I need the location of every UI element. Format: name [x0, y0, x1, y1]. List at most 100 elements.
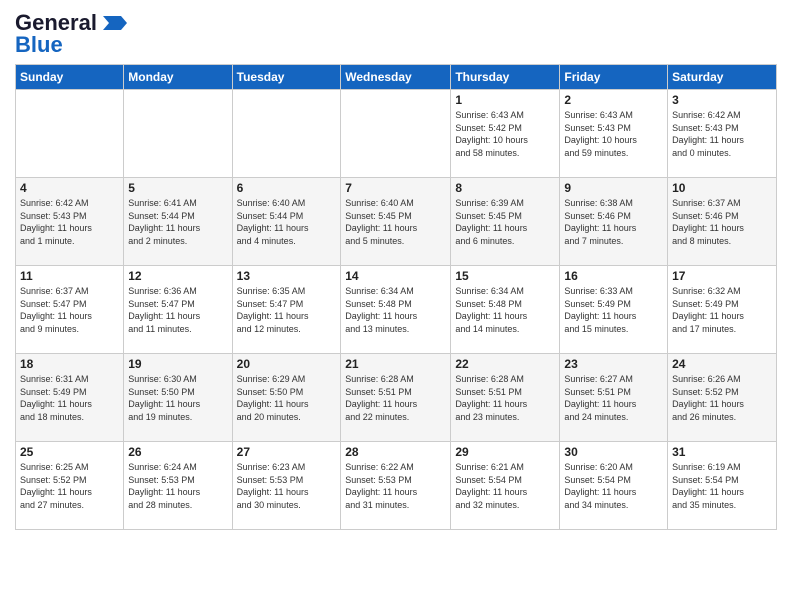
day-info: Sunrise: 6:36 AM Sunset: 5:47 PM Dayligh… [128, 285, 227, 335]
day-number: 23 [564, 357, 663, 371]
calendar-week-1: 1 Sunrise: 6:43 AM Sunset: 5:42 PM Daylig… [16, 90, 777, 178]
col-tuesday: Tuesday [232, 65, 341, 90]
day-info: Sunrise: 6:30 AM Sunset: 5:50 PM Dayligh… [128, 373, 227, 423]
calendar-cell: 21Sunrise: 6:28 AM Sunset: 5:51 PM Dayli… [341, 354, 451, 442]
calendar-cell: 19 Sunrise: 6:30 AM Sunset: 5:50 PM Dayli… [124, 354, 232, 442]
day-number: 7 [345, 181, 446, 195]
calendar-cell: 5 Sunrise: 6:41 AM Sunset: 5:44 PM Daylig… [124, 178, 232, 266]
col-monday: Monday [124, 65, 232, 90]
day-info: Sunrise: 6:40 AM Sunset: 5:44 PM Dayligh… [237, 197, 337, 247]
day-info: Sunrise: 6:27 AM Sunset: 5:51 PM Dayligh… [564, 373, 663, 423]
day-number: 31 [672, 445, 772, 459]
day-info: Sunrise: 6:41 AM Sunset: 5:44 PM Dayligh… [128, 197, 227, 247]
day-number: 8 [455, 181, 555, 195]
day-number: 10 [672, 181, 772, 195]
calendar-cell [341, 90, 451, 178]
day-info: Sunrise: 6:21 AM Sunset: 5:54 PM Dayligh… [455, 461, 555, 511]
day-number: 18 [20, 357, 119, 371]
day-number: 28 [345, 445, 446, 459]
calendar-cell: 15Sunrise: 6:34 AM Sunset: 5:48 PM Dayli… [451, 266, 560, 354]
logo: General Blue [15, 10, 127, 58]
day-info: Sunrise: 6:26 AM Sunset: 5:52 PM Dayligh… [672, 373, 772, 423]
calendar-week-5: 25 Sunrise: 6:25 AM Sunset: 5:52 PM Dayli… [16, 442, 777, 530]
calendar-cell: 6 Sunrise: 6:40 AM Sunset: 5:44 PM Daylig… [232, 178, 341, 266]
day-number: 12 [128, 269, 227, 283]
day-info: Sunrise: 6:25 AM Sunset: 5:52 PM Dayligh… [20, 461, 119, 511]
calendar-cell [232, 90, 341, 178]
logo-arrow-icon [99, 14, 127, 32]
calendar-week-2: 4 Sunrise: 6:42 AM Sunset: 5:43 PM Daylig… [16, 178, 777, 266]
day-number: 14 [345, 269, 446, 283]
calendar-week-3: 11Sunrise: 6:37 AM Sunset: 5:47 PM Dayli… [16, 266, 777, 354]
day-number: 24 [672, 357, 772, 371]
day-info: Sunrise: 6:34 AM Sunset: 5:48 PM Dayligh… [345, 285, 446, 335]
day-info: Sunrise: 6:28 AM Sunset: 5:51 PM Dayligh… [455, 373, 555, 423]
day-number: 13 [237, 269, 337, 283]
day-number: 26 [128, 445, 227, 459]
col-friday: Friday [560, 65, 668, 90]
calendar-cell: 8Sunrise: 6:39 AM Sunset: 5:45 PM Daylig… [451, 178, 560, 266]
day-number: 5 [128, 181, 227, 195]
calendar-cell: 14 Sunrise: 6:34 AM Sunset: 5:48 PM Dayli… [341, 266, 451, 354]
day-number: 30 [564, 445, 663, 459]
calendar-cell: 13 Sunrise: 6:35 AM Sunset: 5:47 PM Dayli… [232, 266, 341, 354]
day-info: Sunrise: 6:40 AM Sunset: 5:45 PM Dayligh… [345, 197, 446, 247]
day-number: 6 [237, 181, 337, 195]
day-info: Sunrise: 6:34 AM Sunset: 5:48 PM Dayligh… [455, 285, 555, 335]
col-wednesday: Wednesday [341, 65, 451, 90]
calendar-cell: 22 Sunrise: 6:28 AM Sunset: 5:51 PM Dayli… [451, 354, 560, 442]
calendar-cell: 11Sunrise: 6:37 AM Sunset: 5:47 PM Dayli… [16, 266, 124, 354]
day-info: Sunrise: 6:23 AM Sunset: 5:53 PM Dayligh… [237, 461, 337, 511]
day-info: Sunrise: 6:35 AM Sunset: 5:47 PM Dayligh… [237, 285, 337, 335]
day-info: Sunrise: 6:19 AM Sunset: 5:54 PM Dayligh… [672, 461, 772, 511]
day-info: Sunrise: 6:37 AM Sunset: 5:47 PM Dayligh… [20, 285, 119, 335]
col-thursday: Thursday [451, 65, 560, 90]
calendar-cell: 20 Sunrise: 6:29 AM Sunset: 5:50 PM Dayli… [232, 354, 341, 442]
calendar-cell: 1 Sunrise: 6:43 AM Sunset: 5:42 PM Daylig… [451, 90, 560, 178]
day-number: 19 [128, 357, 227, 371]
calendar-cell: 26 Sunrise: 6:24 AM Sunset: 5:53 PM Dayli… [124, 442, 232, 530]
calendar-cell: 31 Sunrise: 6:19 AM Sunset: 5:54 PM Dayli… [668, 442, 777, 530]
day-number: 3 [672, 93, 772, 107]
calendar-cell: 23 Sunrise: 6:27 AM Sunset: 5:51 PM Dayli… [560, 354, 668, 442]
calendar-cell: 9Sunrise: 6:38 AM Sunset: 5:46 PM Daylig… [560, 178, 668, 266]
day-number: 4 [20, 181, 119, 195]
day-number: 1 [455, 93, 555, 107]
day-info: Sunrise: 6:31 AM Sunset: 5:49 PM Dayligh… [20, 373, 119, 423]
day-info: Sunrise: 6:42 AM Sunset: 5:43 PM Dayligh… [20, 197, 119, 247]
calendar-header-row: Sunday Monday Tuesday Wednesday Thursday… [16, 65, 777, 90]
day-number: 21 [345, 357, 446, 371]
day-info: Sunrise: 6:32 AM Sunset: 5:49 PM Dayligh… [672, 285, 772, 335]
calendar-cell: 7 Sunrise: 6:40 AM Sunset: 5:45 PM Daylig… [341, 178, 451, 266]
day-info: Sunrise: 6:24 AM Sunset: 5:53 PM Dayligh… [128, 461, 227, 511]
calendar-cell: 29Sunrise: 6:21 AM Sunset: 5:54 PM Dayli… [451, 442, 560, 530]
day-info: Sunrise: 6:22 AM Sunset: 5:53 PM Dayligh… [345, 461, 446, 511]
calendar-cell: 24 Sunrise: 6:26 AM Sunset: 5:52 PM Dayli… [668, 354, 777, 442]
calendar-week-4: 18 Sunrise: 6:31 AM Sunset: 5:49 PM Dayli… [16, 354, 777, 442]
calendar-cell [16, 90, 124, 178]
calendar-cell: 3Sunrise: 6:42 AM Sunset: 5:43 PM Daylig… [668, 90, 777, 178]
calendar-cell: 16 Sunrise: 6:33 AM Sunset: 5:49 PM Dayli… [560, 266, 668, 354]
calendar-cell [124, 90, 232, 178]
calendar-cell: 2Sunrise: 6:43 AM Sunset: 5:43 PM Daylig… [560, 90, 668, 178]
calendar-cell: 10Sunrise: 6:37 AM Sunset: 5:46 PM Dayli… [668, 178, 777, 266]
calendar-body: 1 Sunrise: 6:43 AM Sunset: 5:42 PM Daylig… [16, 90, 777, 530]
day-number: 17 [672, 269, 772, 283]
day-number: 20 [237, 357, 337, 371]
logo-blue: Blue [15, 32, 63, 58]
day-number: 25 [20, 445, 119, 459]
header: General Blue [15, 10, 777, 58]
day-number: 16 [564, 269, 663, 283]
col-sunday: Sunday [16, 65, 124, 90]
day-info: Sunrise: 6:38 AM Sunset: 5:46 PM Dayligh… [564, 197, 663, 247]
main-container: General Blue Sunday Monday Tuesday Wedne… [0, 0, 792, 535]
day-number: 27 [237, 445, 337, 459]
calendar-cell: 12 Sunrise: 6:36 AM Sunset: 5:47 PM Dayli… [124, 266, 232, 354]
day-info: Sunrise: 6:43 AM Sunset: 5:42 PM Dayligh… [455, 109, 555, 159]
day-info: Sunrise: 6:29 AM Sunset: 5:50 PM Dayligh… [237, 373, 337, 423]
col-saturday: Saturday [668, 65, 777, 90]
day-number: 2 [564, 93, 663, 107]
day-info: Sunrise: 6:33 AM Sunset: 5:49 PM Dayligh… [564, 285, 663, 335]
day-number: 22 [455, 357, 555, 371]
calendar-cell: 17 Sunrise: 6:32 AM Sunset: 5:49 PM Dayli… [668, 266, 777, 354]
